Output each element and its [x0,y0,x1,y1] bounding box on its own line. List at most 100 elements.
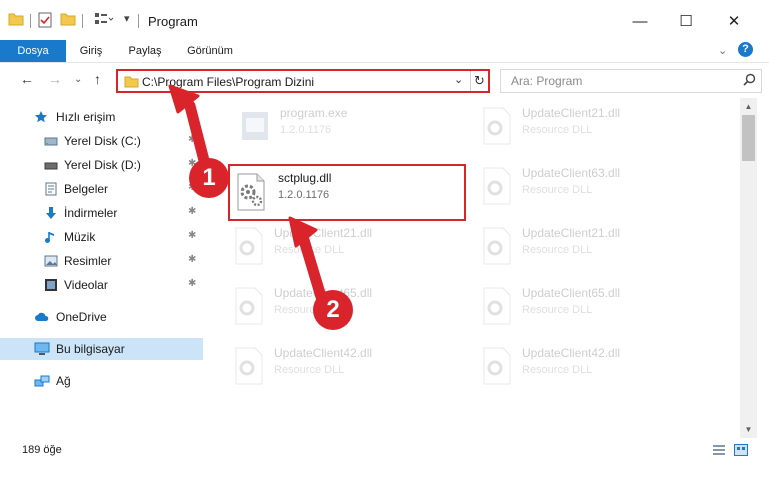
search-input[interactable]: Ara: Program [511,74,582,88]
minimize-button[interactable]: — [622,8,658,34]
item-count: 189 öğe [22,444,62,456]
divider [138,14,139,28]
sidebar-item-label: İndirmeler [64,206,118,220]
address-dropdown-icon[interactable]: ⌄ [454,73,463,86]
exe-file-icon [238,106,272,146]
scroll-down-icon[interactable]: ▼ [740,421,757,438]
file-item[interactable]: UpdateClient21.dll Resource DLL [480,222,710,276]
divider [30,14,31,28]
maximize-button[interactable]: ☐ [668,8,704,34]
step-1-badge: 1 [189,158,229,198]
file-item[interactable]: UpdateClient65.dll Resource DLL [480,282,710,336]
sidebar-item-label: Ağ [56,374,71,388]
back-button[interactable]: ← [20,71,34,87]
computer-icon [34,342,50,356]
drive-icon [44,134,58,148]
sidebar-item-videos[interactable]: Videolar ✱ [0,274,203,296]
dll-file-icon [480,346,514,386]
music-icon [44,230,58,244]
tab-share[interactable]: Paylaş [120,40,170,62]
sidebar-item-music[interactable]: Müzik ✱ [0,226,203,248]
title-bar: ▾ Program — ☐ ✕ [0,0,769,40]
dll-file-icon [480,106,514,146]
up-button[interactable]: ↑ [94,71,101,87]
search-box[interactable]: Ara: Program [500,69,762,93]
file-item[interactable]: UpdateClient63.dll Resource DLL [480,162,710,216]
document-icon [44,182,58,196]
file-type: Resource DLL [522,184,593,196]
expand-ribbon-icon[interactable]: ⌄ [718,44,727,57]
recent-locations-icon[interactable]: ⌄ [74,74,82,85]
close-button[interactable]: ✕ [716,8,752,34]
dll-file-icon [232,286,266,326]
pin-icon[interactable]: ✱ [188,206,196,217]
vertical-scrollbar[interactable]: ▲ ▼ [740,98,757,438]
file-type: Resource DLL [522,364,593,376]
pin-icon[interactable]: ✱ [188,254,196,265]
sidebar-item-downloads[interactable]: İndirmeler ✱ [0,202,203,224]
network-icon [34,374,50,388]
dll-file-icon [480,226,514,266]
dll-file-icon [480,166,514,206]
file-item[interactable]: UpdateClient21.dll Resource DLL [480,102,710,156]
help-icon[interactable]: ? [738,42,753,57]
download-icon [44,206,58,220]
pin-icon[interactable]: ✱ [188,230,196,241]
file-type: Resource DLL [522,124,593,136]
file-name: UpdateClient65.dll [522,286,621,300]
scroll-thumb[interactable] [742,115,755,161]
tab-view[interactable]: Görünüm [178,40,242,62]
file-version: 1.2.0.1176 [278,189,330,201]
file-name: UpdateClient21.dll [522,106,621,120]
file-item[interactable]: program.exe 1.2.0.1176 [238,102,468,156]
pictures-icon [44,254,58,268]
sidebar-item-local-disk-d[interactable]: Yerel Disk (D:) ✱ [0,154,203,176]
dll-file-icon [232,226,266,266]
sidebar-item-label: Hızlı erişim [56,110,116,124]
file-item[interactable]: UpdateClient42.dll Resource DLL [232,342,462,396]
details-view-icon[interactable] [712,444,726,456]
file-version: 1.2.0.1176 [280,124,332,136]
dll-file-icon [234,172,268,212]
tab-home[interactable]: Giriş [70,40,112,62]
status-bar: 189 öğe [0,438,769,478]
video-icon [44,278,58,292]
properties-icon[interactable] [38,12,52,31]
file-type: Resource DLL [274,364,345,376]
new-folder-icon[interactable] [60,12,76,29]
address-bar[interactable]: C:\Program Files\Program Dizini ⌄ ↻ [116,69,490,93]
pin-icon[interactable]: ✱ [188,134,196,145]
sidebar-item-documents[interactable]: Belgeler ✱ [0,178,203,200]
customize-toolbar-icon[interactable]: ▾ [124,12,130,25]
sidebar-item-quick-access[interactable]: Hızlı erişim [0,106,203,128]
pin-icon[interactable]: ✱ [188,278,196,289]
divider [82,14,83,28]
view-options-icon[interactable] [94,12,114,29]
address-row: ← → ⌄ ↑ C:\Program Files\Program Dizini … [0,62,769,98]
file-item[interactable]: UpdateClient42.dll Resource DLL [480,342,710,396]
file-name[interactable]: sctplug.dll [278,171,331,185]
forward-button[interactable]: → [48,71,62,87]
file-name: UpdateClient63.dll [522,166,621,180]
dll-file-icon [480,286,514,326]
sidebar-item-this-pc[interactable]: Bu bilgisayar [0,338,203,360]
refresh-icon[interactable]: ↻ [470,71,488,91]
sidebar-item-label: Belgeler [64,182,109,196]
file-type: Resource DLL [274,244,345,256]
sidebar-item-onedrive[interactable]: OneDrive [0,306,203,328]
sidebar-item-label: Videolar [64,278,108,292]
scroll-up-icon[interactable]: ▲ [740,98,757,115]
file-name: UpdateClient42.dll [274,346,373,360]
search-icon[interactable] [743,73,756,89]
large-icons-view-icon[interactable] [734,444,748,456]
file-name: UpdateClient42.dll [522,346,621,360]
sidebar-item-pictures[interactable]: Resimler ✱ [0,250,203,272]
sidebar-item-label: Yerel Disk (D:) [64,158,141,172]
file-name: UpdateClient21.dll [274,226,373,240]
sidebar-item-local-disk-c[interactable]: Yerel Disk (C:) ✱ [0,130,203,152]
tab-file[interactable]: Dosya [0,40,66,62]
folder-icon[interactable] [8,12,24,29]
sidebar-item-network[interactable]: Ağ [0,370,203,392]
address-path[interactable]: C:\Program Files\Program Dizini [142,75,314,89]
file-item[interactable]: UpdateClient21.dll Resource DLL [232,222,462,276]
